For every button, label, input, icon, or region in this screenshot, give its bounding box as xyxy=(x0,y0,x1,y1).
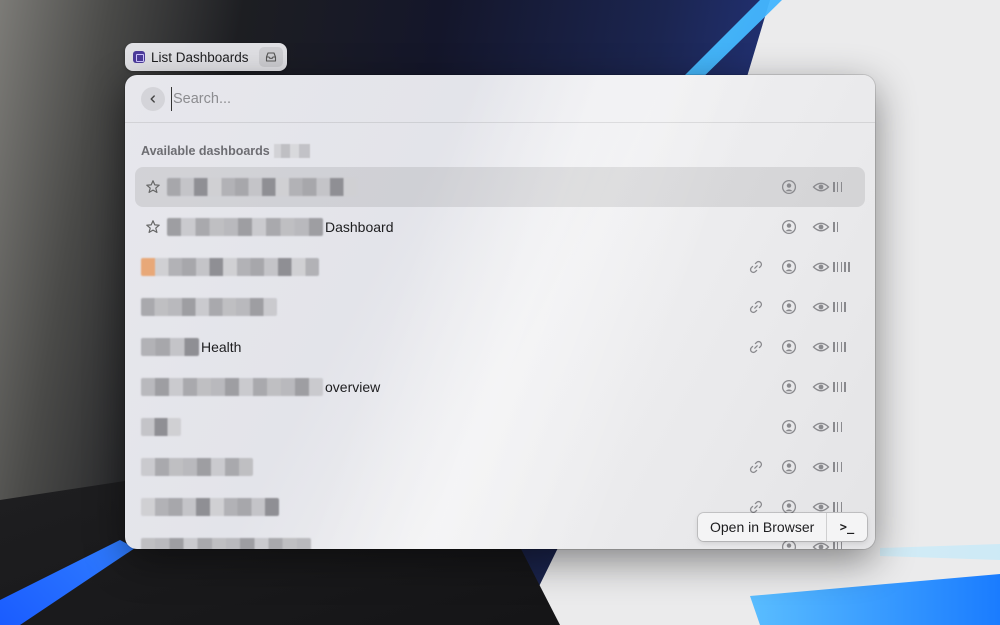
link-icon xyxy=(748,258,764,276)
view-bars xyxy=(833,222,841,232)
view-count-indicator xyxy=(812,378,848,396)
eye-icon xyxy=(812,182,830,192)
dashboard-row[interactable]: Dashboard xyxy=(135,207,865,247)
dashboard-title: overview xyxy=(325,379,381,395)
user-circle-icon xyxy=(781,298,797,316)
view-bars xyxy=(833,502,844,512)
eye-icon xyxy=(812,462,830,472)
user-circle-icon xyxy=(781,338,797,356)
dashboard-row[interactable] xyxy=(135,287,865,327)
view-count-indicator xyxy=(812,218,841,236)
user-circle-icon xyxy=(781,258,797,276)
action-bar: Open in Browser >_ xyxy=(698,513,867,541)
redacted-title xyxy=(141,418,181,436)
dashboard-title: Dashboard xyxy=(325,219,394,235)
eye-icon xyxy=(812,222,830,232)
dashboard-title-wrap: Dashboard xyxy=(167,207,394,247)
user-circle-icon xyxy=(781,178,797,196)
view-count-indicator xyxy=(812,178,844,196)
user-circle-icon xyxy=(781,218,797,236)
raycast-panel: Available dashboards Dashboard Health over… xyxy=(125,75,875,549)
dashboard-title-wrap: overview xyxy=(141,367,380,407)
dashboard-title-wrap xyxy=(141,247,319,287)
dashboard-title-wrap xyxy=(141,487,279,527)
eye-icon xyxy=(812,382,830,392)
redacted-title xyxy=(141,498,279,516)
user-circle-icon xyxy=(781,418,797,436)
dashboard-row[interactable]: overview xyxy=(135,367,865,407)
search-bar xyxy=(125,75,875,123)
eye-icon xyxy=(812,302,830,312)
view-bars xyxy=(833,342,848,352)
search-input[interactable] xyxy=(171,87,811,111)
view-bars xyxy=(833,422,844,432)
view-count-indicator xyxy=(812,258,852,276)
view-bars xyxy=(833,182,844,192)
dashboard-row[interactable] xyxy=(135,447,865,487)
redacted-count xyxy=(273,144,310,158)
view-bars xyxy=(833,302,848,312)
view-count-indicator xyxy=(812,418,844,436)
dashboard-row[interactable] xyxy=(135,407,865,447)
dashboard-list: Dashboard Health overview xyxy=(135,167,865,549)
view-bars xyxy=(833,262,852,272)
redacted-title xyxy=(167,218,323,236)
dashboard-row[interactable] xyxy=(135,247,865,287)
command-title: List Dashboards xyxy=(151,49,249,65)
chevron-left-icon xyxy=(150,95,155,103)
star-icon[interactable] xyxy=(145,219,161,235)
dashboard-row[interactable]: Health xyxy=(135,327,865,367)
grafana-app-icon xyxy=(133,51,145,63)
back-button[interactable] xyxy=(141,87,165,111)
eye-icon xyxy=(812,502,830,512)
view-bars xyxy=(833,382,848,392)
view-bars xyxy=(833,462,844,472)
link-icon xyxy=(748,298,764,316)
view-bars xyxy=(833,542,844,549)
redacted-title xyxy=(141,338,199,356)
dashboard-title-wrap xyxy=(167,167,357,207)
redacted-title xyxy=(141,458,253,476)
dashboard-title: Health xyxy=(201,339,242,355)
command-title-chip: List Dashboards xyxy=(125,43,287,71)
tray-icon[interactable] xyxy=(259,47,283,67)
dashboard-title-wrap: Health xyxy=(141,327,241,367)
star-icon[interactable] xyxy=(145,179,161,195)
user-circle-icon xyxy=(781,458,797,476)
view-count-indicator xyxy=(812,338,848,356)
view-count-indicator xyxy=(812,298,848,316)
redacted-title xyxy=(167,178,357,196)
terminal-action-button[interactable]: >_ xyxy=(827,520,867,534)
redacted-title xyxy=(141,298,277,316)
view-count-indicator xyxy=(812,458,844,476)
eye-icon xyxy=(812,422,830,432)
link-icon xyxy=(748,458,764,476)
user-circle-icon xyxy=(781,378,797,396)
dashboard-title-wrap xyxy=(141,287,277,327)
eye-icon xyxy=(812,542,830,549)
redacted-title xyxy=(141,258,319,276)
eye-icon xyxy=(812,262,830,272)
eye-icon xyxy=(812,342,830,352)
dashboard-title-wrap xyxy=(141,407,181,447)
section-header: Available dashboards xyxy=(141,144,310,158)
dashboard-title-wrap xyxy=(141,447,253,487)
link-icon xyxy=(748,338,764,356)
open-in-browser-button[interactable]: Open in Browser xyxy=(698,519,826,535)
section-title: Available dashboards xyxy=(141,144,270,158)
redacted-title xyxy=(141,378,323,396)
redacted-title xyxy=(141,538,311,549)
dashboard-title-wrap xyxy=(141,527,311,549)
dashboard-row[interactable] xyxy=(135,167,865,207)
